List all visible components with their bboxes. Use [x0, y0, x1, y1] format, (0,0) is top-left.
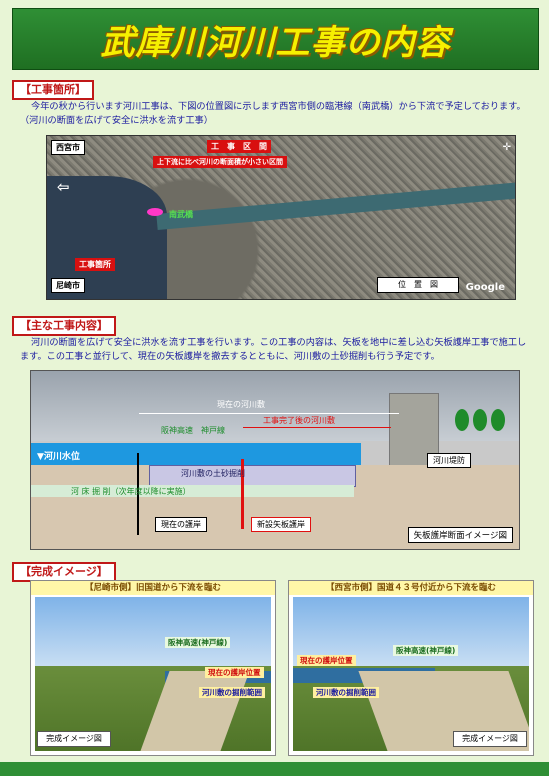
label-current-river: 現在の河川敷: [217, 400, 265, 409]
current-river-line: [139, 413, 399, 414]
site-marker: [147, 208, 163, 216]
label-hanshin: 阪神高速 神戸線: [161, 426, 225, 435]
photo-right-tag-hanshin: 阪神高速(神戸線): [393, 645, 459, 656]
photo-right-tag-range: 河川敷の掘削範囲: [313, 687, 379, 698]
after-work-line: [243, 427, 391, 428]
footer-bar: [0, 762, 549, 776]
tree-icon: [455, 409, 469, 431]
compass-icon: ✛: [502, 142, 511, 153]
photo-amagasaki: 【尼崎市側】旧国道から下流を臨む 阪神高速(神戸線) 現在の護岸位置 河川敷の掘…: [30, 580, 276, 756]
location-map: ⇦ 西宮市 尼崎市 工事箇所 工 事 区 間 上下流に比べ河川の断面積が小さい区…: [46, 135, 516, 300]
map-city-nishinomiya: 西宮市: [51, 140, 85, 155]
diagram-caption: 矢板護岸断面イメージ図: [407, 527, 513, 543]
photo-right-caption: 【西宮市側】国道４３号付近から下流を臨む: [289, 581, 533, 595]
label-soil: 河川敷の土砂掘削: [181, 469, 245, 478]
map-site-label: 工事箇所: [75, 258, 115, 271]
photo-right-image: 現在の護岸位置 阪神高速(神戸線) 河川敷の掘削範囲: [293, 597, 529, 751]
photo-left-caption: 【尼崎市側】旧国道から下流を臨む: [31, 581, 275, 595]
label-new-wall: 新設矢板護岸: [251, 517, 311, 532]
photo-left-tag-hanshin: 阪神高速(神戸線): [165, 637, 231, 648]
section-diagram: 現在の河川敷 工事完了後の河川敷 阪神高速 神戸線 ▼河川水位 河川敷の土砂掘削…: [30, 370, 520, 550]
section-label-main-work: 【主な工事内容】: [12, 316, 116, 336]
section-label-location: 【工事箇所】: [12, 80, 94, 100]
arrow-left-icon: ⇦: [57, 178, 70, 196]
map-legend: 位 置 図: [377, 277, 459, 293]
photo-right-badge: 完成イメージ図: [453, 731, 527, 747]
photo-nishinomiya: 【西宮市側】国道４３号付近から下流を臨む 現在の護岸位置 阪神高速(神戸線) 河…: [288, 580, 534, 756]
map-note-label: 上下流に比べ河川の断面積が小さい区間: [153, 156, 287, 168]
main-work-paragraph: 河川の断面を広げて安全に洪水を流す工事を行います。この工事の内容は、矢板を地中に…: [20, 337, 527, 362]
photo-left-sky: [35, 597, 271, 667]
photo-left-tag-current: 現在の護岸位置: [205, 667, 264, 678]
map-bridge-label: 南武橋: [169, 210, 193, 219]
page-title: 武庫川河川工事の内容: [100, 22, 451, 63]
photo-left-image: 阪神高速(神戸線) 現在の護岸位置 河川敷の掘削範囲: [35, 597, 271, 751]
photo-left-tag-range: 河川敷の掘削範囲: [199, 687, 265, 698]
tree-icon: [491, 409, 505, 431]
location-paragraph: 今年の秋から行います河川工事は、下図の位置図に示します西宮市側の臨港線（南武橋）…: [20, 101, 526, 126]
tree-icon: [473, 409, 487, 431]
label-current-wall: 現在の護岸: [155, 517, 207, 532]
title-banner: 武庫川河川工事の内容: [12, 8, 539, 70]
label-water-level: ▼河川水位: [37, 452, 80, 462]
diagram-water: [31, 443, 361, 465]
river-area: [156, 180, 515, 230]
label-after-work: 工事完了後の河川敷: [263, 416, 335, 425]
map-google-logo: Google: [465, 282, 505, 293]
section-label-completion: 【完成イメージ】: [12, 562, 116, 582]
photo-left-badge: 完成イメージ図: [37, 731, 111, 747]
label-dredge: 河 床 掘 削（次年度以降に実施）: [71, 487, 191, 496]
diagram-sky: [31, 371, 519, 441]
label-levee: 河川堤防: [427, 453, 471, 468]
photo-right-tag-current: 現在の護岸位置: [297, 655, 356, 666]
map-section-label: 工 事 区 間: [207, 140, 271, 153]
map-city-amagasaki: 尼崎市: [51, 278, 85, 293]
